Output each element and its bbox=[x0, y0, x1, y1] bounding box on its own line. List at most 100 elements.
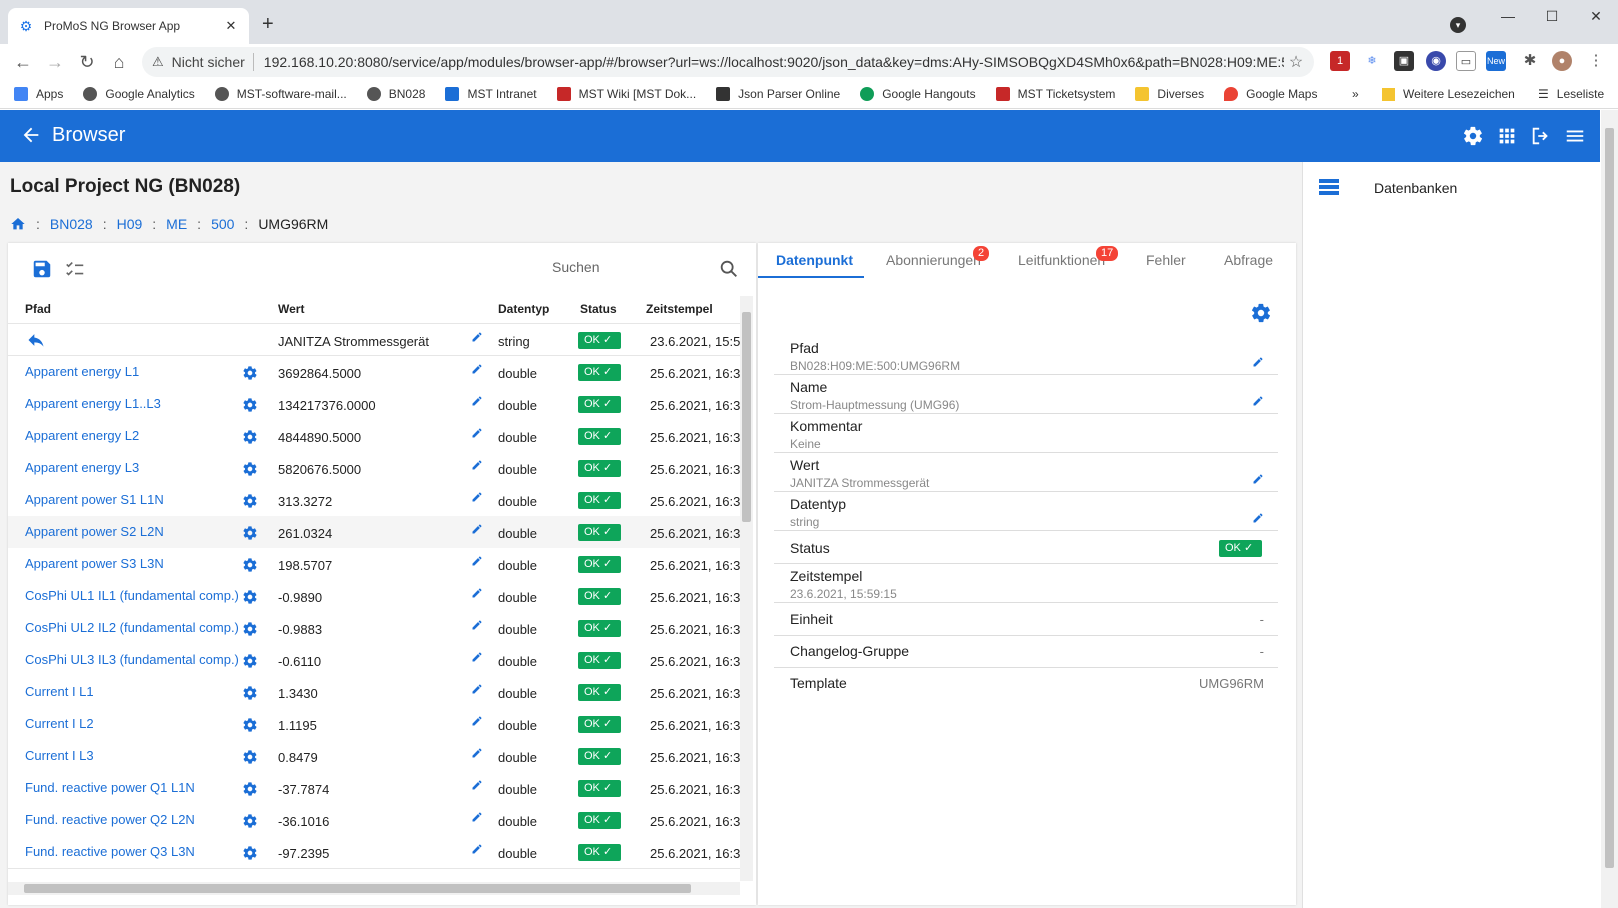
edit-pencil-icon[interactable] bbox=[471, 619, 483, 631]
settings-gear-icon[interactable] bbox=[1462, 125, 1484, 147]
row-settings-gear-icon[interactable] bbox=[242, 397, 258, 413]
table-row[interactable]: Apparent energy L1..L3 134217376.0000 doub… bbox=[8, 388, 740, 421]
row-settings-gear-icon[interactable] bbox=[242, 429, 258, 445]
edit-pencil-icon[interactable] bbox=[471, 843, 483, 855]
forward-nav-icon[interactable]: → bbox=[44, 51, 66, 73]
row-settings-gear-icon[interactable] bbox=[242, 845, 258, 861]
row-settings-gear-icon[interactable] bbox=[242, 813, 258, 829]
edit-pencil-icon[interactable] bbox=[471, 683, 483, 695]
close-tab-icon[interactable]: ✕ bbox=[223, 18, 239, 34]
row-path-link[interactable]: Apparent power S3 L3N bbox=[25, 556, 164, 571]
back-nav-icon[interactable]: ← bbox=[12, 51, 34, 73]
row-path-link[interactable]: Apparent energy L3 bbox=[25, 460, 139, 475]
table-row[interactable]: Apparent energy L1 3692864.5000 double OK ✓… bbox=[8, 356, 740, 389]
edit-pencil-icon[interactable] bbox=[471, 811, 483, 823]
row-path-link[interactable]: CosPhi UL2 IL2 (fundamental comp.) bbox=[25, 620, 239, 635]
edit-pencil-icon[interactable] bbox=[471, 587, 483, 599]
table-row-parent[interactable]: JANITZA Strommessgerät string OK ✓ 23.6.… bbox=[8, 323, 750, 356]
tab-leitfunktionen[interactable]: Leitfunktionen bbox=[1018, 252, 1105, 268]
row-settings-gear-icon[interactable] bbox=[242, 365, 258, 381]
table-row[interactable]: Fund. reactive power Q2 L2N -36.1016 doubl… bbox=[8, 804, 740, 837]
breadcrumb-item[interactable]: H09 bbox=[117, 216, 143, 232]
edit-pencil-icon[interactable] bbox=[471, 427, 483, 439]
row-path-link[interactable]: Fund. reactive power Q2 L2N bbox=[25, 812, 195, 827]
row-settings-gear-icon[interactable] bbox=[242, 685, 258, 701]
bookmark-item[interactable]: Json Parser Online bbox=[716, 86, 840, 101]
column-header-datentyp[interactable]: Datentyp bbox=[498, 302, 549, 316]
minimize-icon[interactable]: — bbox=[1500, 8, 1516, 26]
edit-pencil-icon[interactable] bbox=[471, 715, 483, 727]
checklist-icon[interactable] bbox=[64, 258, 86, 280]
edit-pencil-icon[interactable] bbox=[1252, 395, 1264, 407]
new-tab-icon[interactable]: + bbox=[262, 14, 274, 34]
home-icon[interactable]: ⌂ bbox=[108, 51, 130, 73]
tab-datenpunkt[interactable]: Datenpunkt bbox=[776, 252, 853, 268]
row-path-link[interactable]: Apparent power S2 L2N bbox=[25, 524, 164, 539]
bookmark-item[interactable]: MST Ticketsystem bbox=[995, 86, 1115, 101]
row-settings-gear-icon[interactable] bbox=[242, 717, 258, 733]
extension-monitor-icon[interactable]: ▭ bbox=[1456, 51, 1476, 71]
row-settings-gear-icon[interactable] bbox=[242, 493, 258, 509]
table-row[interactable]: Fund. reactive power Q1 L1N -37.7874 doubl… bbox=[8, 772, 740, 805]
edit-pencil-icon[interactable] bbox=[471, 395, 483, 407]
page-vertical-scrollbar[interactable] bbox=[1601, 110, 1618, 908]
row-path-link[interactable]: Apparent power S1 L1N bbox=[25, 492, 164, 507]
table-row[interactable]: Apparent energy L3 5820676.5000 double OK ✓… bbox=[8, 452, 740, 485]
row-settings-gear-icon[interactable] bbox=[242, 525, 258, 541]
table-horizontal-scrollbar[interactable] bbox=[8, 882, 740, 895]
logout-icon[interactable] bbox=[1530, 125, 1552, 147]
other-bookmarks[interactable]: Weitere Lesezeichen bbox=[1382, 79, 1515, 109]
home-icon[interactable] bbox=[10, 216, 26, 232]
close-window-icon[interactable]: ✕ bbox=[1588, 8, 1604, 26]
edit-pencil-icon[interactable] bbox=[1252, 512, 1264, 524]
row-path-link[interactable]: Current I L1 bbox=[25, 684, 94, 699]
snowflake-extension-icon[interactable]: ❄ bbox=[1362, 51, 1382, 71]
bookmark-item[interactable]: Google Hangouts bbox=[860, 86, 976, 101]
bookmark-item[interactable]: MST Intranet bbox=[445, 86, 537, 101]
row-path-link[interactable]: Fund. reactive power Q3 L3N bbox=[25, 844, 195, 859]
edit-pencil-icon[interactable] bbox=[471, 651, 483, 663]
column-header-wert[interactable]: Wert bbox=[278, 302, 304, 316]
column-header-zeitstempel[interactable]: Zeitstempel bbox=[646, 302, 713, 316]
table-row[interactable]: Current I L2 1.1195 double OK ✓ 25.6.2021, 1… bbox=[8, 708, 740, 741]
tab-abonnierungen[interactable]: Abonnierungen bbox=[886, 252, 981, 268]
row-path-link[interactable]: Apparent energy L2 bbox=[25, 428, 139, 443]
search-icon[interactable] bbox=[718, 258, 740, 280]
bookmark-item[interactable]: Google Analytics bbox=[83, 86, 195, 101]
row-path-link[interactable]: Current I L3 bbox=[25, 748, 94, 763]
table-row[interactable]: Apparent power S2 L2N 261.0324 double OK ✓ 2… bbox=[8, 516, 740, 549]
bookmark-item[interactable]: Diverses bbox=[1135, 86, 1204, 101]
tab-search-icon[interactable]: ▾ bbox=[1450, 17, 1466, 33]
table-row[interactable]: Apparent power S1 L1N 313.3272 double OK ✓ 2… bbox=[8, 484, 740, 517]
bookmark-item[interactable]: Apps bbox=[14, 86, 63, 101]
table-vertical-scrollbar[interactable] bbox=[740, 296, 753, 881]
gmail-extension-icon[interactable]: 1 bbox=[1330, 51, 1350, 71]
row-settings-gear-icon[interactable] bbox=[242, 461, 258, 477]
table-row[interactable]: Fund. reactive power Q3 L3N -97.2395 doubl… bbox=[8, 836, 740, 869]
edit-pencil-icon[interactable] bbox=[471, 459, 483, 471]
column-header-status[interactable]: Status bbox=[580, 302, 617, 316]
bookmark-item[interactable]: MST-software-mail... bbox=[214, 86, 347, 101]
browser-menu-icon[interactable]: ⋮ bbox=[1586, 51, 1606, 71]
bookmark-item[interactable]: MST Wiki [MST Dok... bbox=[556, 86, 696, 101]
reload-icon[interactable]: ↻ bbox=[76, 51, 98, 73]
scrollbar-thumb[interactable] bbox=[742, 312, 751, 522]
extension-circle-icon[interactable]: ◉ bbox=[1426, 51, 1446, 71]
edit-pencil-icon[interactable] bbox=[1252, 356, 1264, 368]
extensions-puzzle-icon[interactable]: ✱ bbox=[1520, 51, 1540, 71]
edit-pencil-icon[interactable] bbox=[1252, 473, 1264, 485]
bookmark-star-icon[interactable]: ☆ bbox=[1284, 52, 1308, 72]
table-row[interactable]: Apparent energy L2 4844890.5000 double OK ✓… bbox=[8, 420, 740, 453]
table-row[interactable]: CosPhi UL1 IL1 (fundamental comp.) -0.989… bbox=[8, 580, 740, 613]
apps-grid-icon[interactable] bbox=[1496, 125, 1518, 147]
column-header-pfad[interactable]: Pfad bbox=[25, 302, 51, 316]
scrollbar-thumb[interactable] bbox=[1605, 128, 1614, 868]
url-text[interactable]: 192.168.10.20:8080/service/app/modules/b… bbox=[264, 54, 1284, 70]
row-settings-gear-icon[interactable] bbox=[242, 621, 258, 637]
table-row[interactable]: Current I L1 1.3430 double OK ✓ 25.6.2021, 1… bbox=[8, 676, 740, 709]
breadcrumb-item[interactable]: ME bbox=[166, 216, 187, 232]
database-list-icon[interactable] bbox=[1318, 177, 1340, 197]
row-settings-gear-icon[interactable] bbox=[242, 589, 258, 605]
profile-avatar[interactable]: ● bbox=[1552, 51, 1572, 71]
detail-settings-gear-icon[interactable] bbox=[1250, 302, 1272, 324]
